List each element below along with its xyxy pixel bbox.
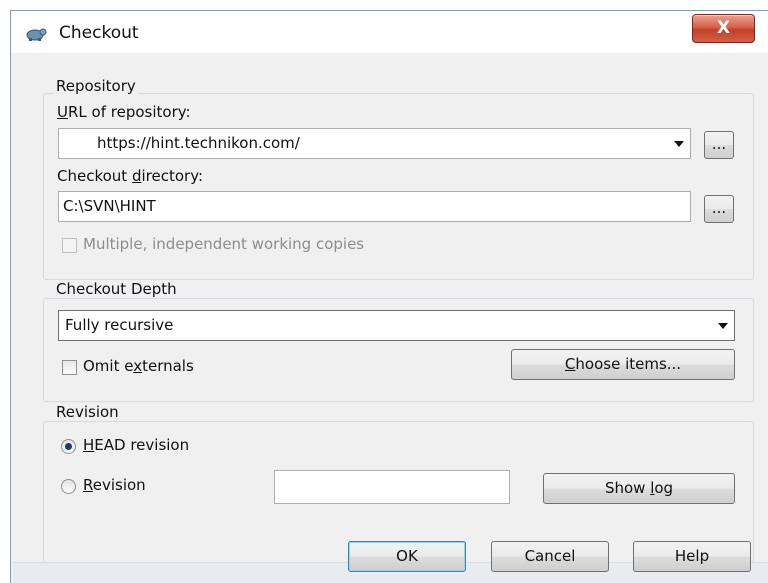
omit-externals-label: Omit externals: [83, 357, 194, 375]
head-revision-radio[interactable]: [61, 439, 76, 454]
window-title: Checkout: [59, 23, 139, 43]
title-bar: Checkout X: [11, 11, 768, 53]
depth-selected-value: Fully recursive: [65, 316, 174, 334]
chevron-down-icon[interactable]: [674, 141, 684, 147]
url-value: https://hint.technikon.com/: [97, 134, 300, 152]
directory-input[interactable]: C:\SVN\HINT: [58, 191, 691, 222]
omit-externals-checkbox[interactable]: [62, 360, 77, 375]
help-button[interactable]: Help: [633, 541, 751, 572]
revision-radio[interactable]: [61, 479, 76, 494]
tortoise-svn-icon: [26, 28, 47, 41]
radio-selected-dot: [65, 443, 72, 450]
multiple-copies-label: Multiple, independent working copies: [83, 235, 365, 253]
directory-label: Checkout directory:: [57, 167, 204, 185]
revision-input[interactable]: [274, 470, 510, 504]
url-combobox[interactable]: https://hint.technikon.com/: [58, 128, 691, 159]
ok-button[interactable]: OK: [348, 541, 466, 572]
url-label: URL of repository:: [57, 103, 191, 121]
depth-group-label: Checkout Depth: [54, 280, 179, 298]
show-log-button[interactable]: Show log: [543, 473, 735, 504]
multiple-copies-checkbox[interactable]: [62, 238, 77, 253]
url-browse-button[interactable]: ...: [704, 131, 734, 159]
chevron-down-icon[interactable]: [718, 323, 728, 329]
close-button[interactable]: X: [692, 14, 755, 43]
cancel-button[interactable]: Cancel: [491, 541, 609, 572]
checkout-dialog: Checkout X Repository URL of repository:…: [10, 10, 768, 583]
revision-label: Revision: [83, 476, 146, 494]
choose-items-button[interactable]: Choose items...: [511, 349, 735, 380]
dialog-body: Repository URL of repository: https://hi…: [13, 53, 768, 583]
head-revision-label: HEAD revision: [83, 436, 190, 454]
depth-select[interactable]: Fully recursive: [58, 310, 735, 341]
repository-group-label: Repository: [54, 77, 138, 95]
revision-group-label: Revision: [54, 403, 121, 421]
directory-browse-button[interactable]: ...: [704, 195, 734, 223]
